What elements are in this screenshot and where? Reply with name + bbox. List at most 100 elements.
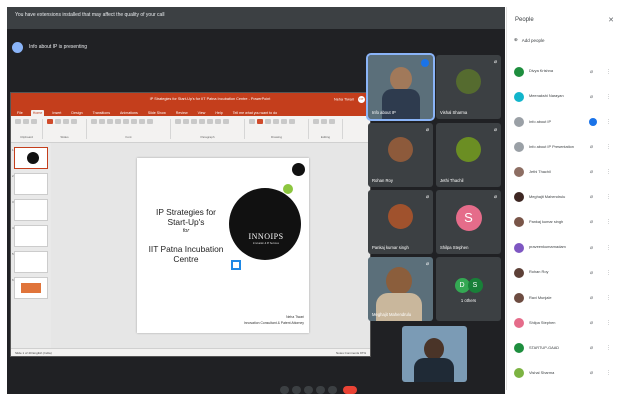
- ribbon-tab[interactable]: Tell me what you want to do: [231, 110, 279, 116]
- ribbon-button[interactable]: [147, 119, 153, 124]
- ribbon-button[interactable]: [289, 119, 295, 124]
- tile-pankaj-kumar-singh[interactable]: ⌀ Pankaj kumar singh: [368, 190, 433, 254]
- participant-avatar: [514, 292, 524, 303]
- more-options-icon[interactable]: ⋮: [606, 295, 611, 301]
- tile-rohan-roy[interactable]: ⌀ Rohan Roy: [368, 123, 433, 187]
- ribbon-button[interactable]: [207, 119, 213, 124]
- ribbon-button[interactable]: [115, 119, 121, 124]
- ribbon-button[interactable]: [31, 119, 37, 124]
- ribbon-button[interactable]: [281, 119, 287, 124]
- slide-thumbnail[interactable]: 3: [12, 199, 48, 221]
- participant-row[interactable]: Jethi Thachil ⌀ ⋮: [507, 160, 622, 185]
- ppt-account[interactable]: Neha Tiwari NT: [334, 95, 365, 103]
- tile-others[interactable]: D S 1 others: [436, 257, 501, 321]
- present-button[interactable]: [316, 386, 325, 394]
- ribbon-button[interactable]: [223, 119, 229, 124]
- participant-row[interactable]: Ravi Munjale ⌀ ⋮: [507, 285, 622, 310]
- participant-row[interactable]: STARTUP-GAAD ⌀ ⋮: [507, 336, 622, 361]
- more-options-icon[interactable]: ⋮: [606, 345, 611, 351]
- tile-meghajit-mahendrulu[interactable]: ⌀ Meghajit Mahendrulu: [368, 257, 433, 321]
- participant-row[interactable]: Meenakshi Narayan ⌀ ⋮: [507, 84, 622, 109]
- ribbon-button[interactable]: [199, 119, 205, 124]
- ribbon-button[interactable]: [63, 119, 69, 124]
- participant-row[interactable]: Info about IP Presentation ⌀ ⋮: [507, 134, 622, 159]
- ribbon-button[interactable]: [313, 119, 319, 124]
- more-options-icon[interactable]: ⋮: [606, 169, 611, 175]
- ribbon-button[interactable]: [55, 119, 61, 124]
- ribbon-button[interactable]: [99, 119, 105, 124]
- more-options-icon[interactable]: ⋮: [606, 270, 611, 276]
- participant-row[interactable]: Shilpa Stephen ⌀ ⋮: [507, 310, 622, 335]
- slide-thumbnail[interactable]: 4: [12, 225, 48, 247]
- more-options-icon[interactable]: ⋮: [606, 144, 611, 150]
- camera-button[interactable]: [292, 386, 301, 394]
- account-avatar[interactable]: NT: [358, 95, 365, 103]
- ribbon-tab[interactable]: Slide Show: [146, 110, 168, 116]
- ribbon-button[interactable]: [175, 119, 181, 124]
- add-people-button[interactable]: ⊕ Add people: [507, 32, 622, 48]
- more-options-icon[interactable]: ⋮: [606, 320, 611, 326]
- self-view-tile[interactable]: [402, 326, 467, 382]
- ribbon-tab[interactable]: View: [196, 110, 208, 116]
- ribbon-button[interactable]: [71, 119, 77, 124]
- participant-row[interactable]: Pankaj kumar singh ⌀ ⋮: [507, 210, 622, 235]
- tile-info-about-ip[interactable]: Info about IP: [366, 53, 435, 121]
- slide-thumbnail[interactable]: 1: [12, 147, 48, 169]
- tile-jethi-thachil[interactable]: ⌀ Jethi Thachil: [436, 123, 501, 187]
- slide-thumbnail[interactable]: 2: [12, 173, 48, 195]
- ribbon-button[interactable]: [183, 119, 189, 124]
- ribbon-tab[interactable]: Animations: [118, 110, 140, 116]
- participant-row[interactable]: Divya Krishna ⌀ ⋮: [507, 59, 622, 84]
- close-icon[interactable]: ✕: [608, 16, 614, 24]
- ribbon-tab[interactable]: Insert: [50, 110, 63, 116]
- more-options-button[interactable]: [328, 386, 337, 394]
- decor-square-blue: [231, 260, 241, 270]
- ribbon-button[interactable]: [329, 119, 335, 124]
- ribbon-tab[interactable]: Help: [213, 110, 224, 116]
- participant-row[interactable]: Vishal Sharma ⌀ ⋮: [507, 361, 622, 386]
- ribbon-tab[interactable]: Review: [174, 110, 190, 116]
- ribbon-tab[interactable]: Design: [69, 110, 84, 116]
- more-options-icon[interactable]: ⋮: [606, 119, 611, 125]
- participant-row[interactable]: praveenkumarnadam ⌀ ⋮: [507, 235, 622, 260]
- ribbon-tab[interactable]: Transitions: [91, 110, 112, 116]
- ribbon-button[interactable]: [47, 119, 53, 124]
- captions-button[interactable]: [304, 386, 313, 394]
- participant-row[interactable]: Meghajit Mahendrulu ⌀ ⋮: [507, 185, 622, 210]
- slide-thumbnail[interactable]: 5: [12, 251, 48, 273]
- ribbon-tab[interactable]: File: [15, 110, 25, 116]
- more-options-icon[interactable]: ⋮: [606, 194, 611, 200]
- ribbon-button[interactable]: [23, 119, 29, 124]
- more-options-icon[interactable]: ⋮: [606, 94, 611, 100]
- ribbon-button[interactable]: [91, 119, 97, 124]
- more-options-icon[interactable]: ⋮: [606, 245, 611, 251]
- slide-thumbnail[interactable]: 6: [12, 277, 48, 299]
- ribbon-button[interactable]: [215, 119, 221, 124]
- participant-row[interactable]: Info about IP ⋮: [507, 109, 622, 134]
- more-options-icon[interactable]: ⋮: [606, 69, 611, 75]
- more-options-icon[interactable]: ⋮: [606, 219, 611, 225]
- ribbon-button[interactable]: [265, 119, 271, 124]
- current-slide[interactable]: IP Strategies for Start-Up's for IIT Pat…: [137, 158, 309, 333]
- ribbon-button[interactable]: [249, 119, 255, 124]
- more-options-icon[interactable]: ⋮: [606, 370, 611, 376]
- ribbon-button[interactable]: [123, 119, 129, 124]
- ribbon-button[interactable]: [191, 119, 197, 124]
- ribbon-button[interactable]: [257, 119, 263, 124]
- tile-vishal-sharma[interactable]: ⌀ Vishal Sharma: [436, 55, 501, 119]
- tile-shilpa-stephen[interactable]: S ⌀ Shilpa Stephen: [436, 190, 501, 254]
- participant-name: Pankaj kumar singh: [529, 219, 564, 225]
- ribbon-button[interactable]: [107, 119, 113, 124]
- participant-avatar: [514, 343, 524, 354]
- end-call-button[interactable]: [343, 386, 357, 394]
- participant-name: Info about IP Presentation: [529, 143, 574, 149]
- ribbon-button[interactable]: [321, 119, 327, 124]
- ribbon-button[interactable]: [15, 119, 21, 124]
- ribbon-button[interactable]: [131, 119, 137, 124]
- mic-button[interactable]: [280, 386, 289, 394]
- ribbon-button[interactable]: [139, 119, 145, 124]
- ribbon-button[interactable]: [273, 119, 279, 124]
- participant-row[interactable]: Rohan Roy ⌀ ⋮: [507, 260, 622, 285]
- ribbon-tab[interactable]: Home: [30, 110, 45, 116]
- participant-name: Info about IP: [529, 118, 552, 124]
